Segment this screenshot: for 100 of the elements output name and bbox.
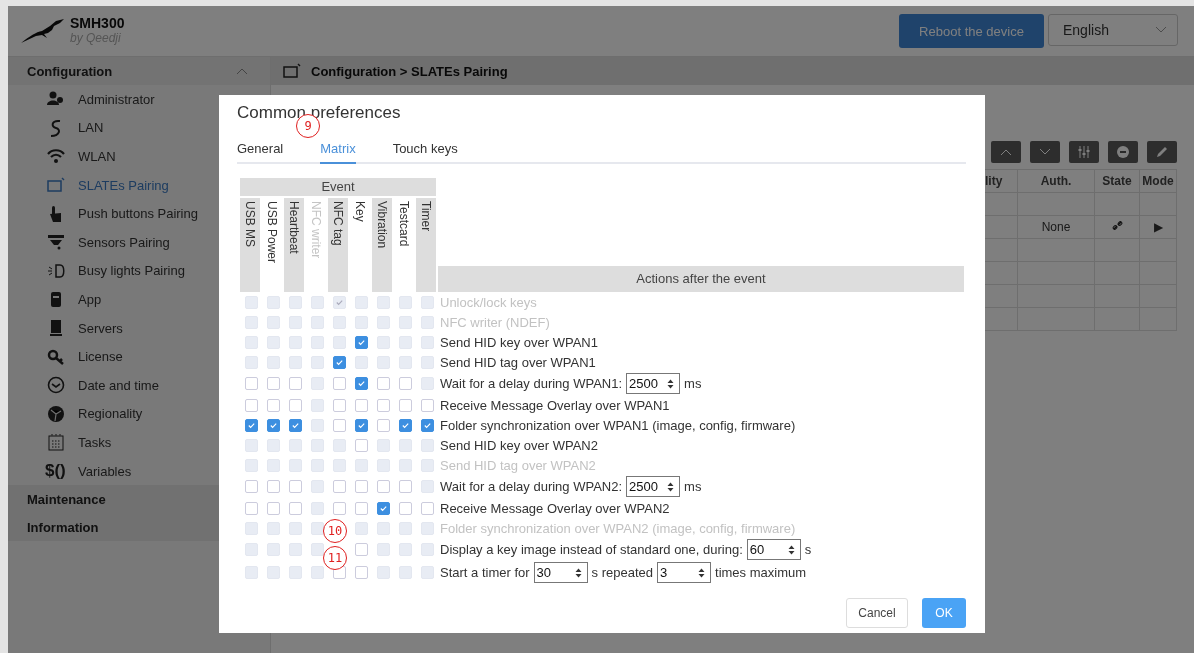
checkbox[interactable]: [288, 480, 302, 493]
action-label: Send HID tag over WPAN1: [440, 354, 596, 370]
action-label: Send HID key over WPAN2: [440, 437, 598, 453]
column-header: Mode: [1139, 169, 1177, 193]
checkbox[interactable]: [354, 566, 368, 579]
number-callout: 11: [323, 546, 347, 570]
checkbox[interactable]: [420, 501, 434, 515]
ok-button[interactable]: OK: [922, 598, 966, 628]
checkbox[interactable]: [244, 418, 258, 432]
check-icon: [356, 337, 366, 347]
checkbox[interactable]: [288, 398, 302, 412]
checkbox[interactable]: [266, 377, 280, 390]
checkbox[interactable]: [244, 377, 258, 390]
play-glyph[interactable]: ▶: [1139, 215, 1177, 239]
sidebar-section[interactable]: Configuration: [8, 57, 270, 85]
column-header: Testcard: [396, 200, 412, 249]
event-header: Event: [240, 178, 436, 196]
column-header: NFC tag: [328, 198, 348, 292]
checkbox[interactable]: [244, 480, 258, 493]
sidebar-item[interactable]: Regionality: [8, 399, 270, 429]
edit-button[interactable]: [1147, 141, 1177, 163]
screen-icon: [283, 62, 301, 80]
checkbox[interactable]: [354, 501, 368, 515]
action-label: Wait for a delay during WPAN2:: [440, 479, 623, 494]
checkbox[interactable]: [420, 398, 434, 412]
checkbox[interactable]: [376, 377, 390, 390]
chevron-up-icon: [1000, 148, 1012, 156]
checkbox[interactable]: [266, 418, 280, 432]
checkbox[interactable]: [332, 501, 346, 515]
checkbox[interactable]: [266, 480, 280, 493]
checkbox[interactable]: [288, 377, 302, 390]
action-label: Receive Message Overlay over WPAN1: [440, 397, 670, 413]
checkbox[interactable]: [354, 335, 368, 349]
checkbox[interactable]: [288, 501, 302, 515]
sidebar-item[interactable]: Servers: [8, 313, 270, 343]
column-header: Key: [352, 200, 368, 224]
column-header: Timer: [416, 198, 436, 292]
action-label: s repeated: [591, 565, 653, 580]
checkbox[interactable]: [354, 418, 368, 432]
lamp-icon: [47, 261, 65, 280]
settings-button[interactable]: [1069, 141, 1099, 163]
checkbox[interactable]: [354, 480, 368, 493]
checkbox[interactable]: [376, 398, 390, 412]
action-label: Unlock/lock keys: [440, 294, 537, 310]
action-label: Send HID key over WPAN1: [440, 334, 598, 350]
column-header: Auth.: [1017, 169, 1095, 193]
checkbox[interactable]: [332, 480, 346, 493]
check-icon: [334, 297, 344, 307]
check-icon: [246, 420, 256, 430]
move-down-button[interactable]: [1030, 141, 1060, 163]
checkbox[interactable]: [398, 418, 412, 432]
action-label: Display a key image instead of standard one, during:: [440, 542, 743, 557]
remove-button[interactable]: [1108, 141, 1138, 163]
action-label: Folder synchronization over WPAN1 (image, config, firmware): [440, 417, 796, 433]
sensor-icon: [47, 233, 65, 252]
wifi-icon: [47, 147, 65, 166]
checkbox[interactable]: [398, 480, 412, 493]
checkbox[interactable]: [354, 377, 368, 390]
actions-header: Actions after the event: [438, 266, 964, 292]
checkbox[interactable]: [398, 398, 412, 412]
action-label: s: [804, 542, 812, 557]
sidebar-item[interactable]: License: [8, 342, 270, 371]
checkbox[interactable]: [244, 501, 258, 515]
checkbox[interactable]: [354, 543, 368, 556]
action-label: Start a timer for: [440, 565, 530, 580]
number-callout: 10: [323, 519, 347, 543]
cancel-button[interactable]: Cancel: [846, 598, 908, 628]
checkbox[interactable]: [420, 418, 434, 432]
checkbox[interactable]: [332, 398, 346, 412]
checkbox[interactable]: [244, 398, 258, 412]
checkbox[interactable]: [266, 501, 280, 515]
action-label: times maximum: [715, 565, 807, 580]
clock-icon: [47, 376, 65, 395]
checkbox[interactable]: [376, 501, 390, 515]
checkbox[interactable]: [376, 480, 390, 493]
checkbox[interactable]: [332, 355, 346, 369]
language-select[interactable]: English: [1048, 14, 1178, 46]
sidebar-item[interactable]: Date and time: [8, 370, 270, 400]
action-label: NFC writer (NDEF): [440, 314, 550, 330]
check-icon: [378, 503, 388, 513]
reboot-button[interactable]: Reboot the device: [899, 14, 1044, 48]
checkbox[interactable]: [376, 418, 390, 432]
breadcrumb: Configuration > SLATEs Pairing: [311, 63, 508, 79]
checkbox[interactable]: [332, 418, 346, 432]
move-up-button[interactable]: [991, 141, 1021, 163]
checkbox[interactable]: [354, 438, 368, 452]
checkbox[interactable]: [266, 398, 280, 412]
tab[interactable]: General: [237, 137, 284, 164]
tab[interactable]: Matrix: [320, 137, 356, 164]
chevron-up-icon: [236, 67, 248, 75]
checkbox[interactable]: [398, 501, 412, 515]
caret-icon: [1155, 26, 1167, 34]
checkbox[interactable]: [332, 377, 346, 390]
sidebar-item[interactable]: Tasks: [8, 428, 270, 457]
checkbox[interactable]: [398, 377, 412, 390]
checkbox[interactable]: [354, 398, 368, 412]
check-icon: [268, 420, 278, 430]
checkbox[interactable]: [288, 418, 302, 432]
tab[interactable]: Touch keys: [392, 137, 458, 164]
column-header: Heartbeat: [284, 198, 304, 292]
